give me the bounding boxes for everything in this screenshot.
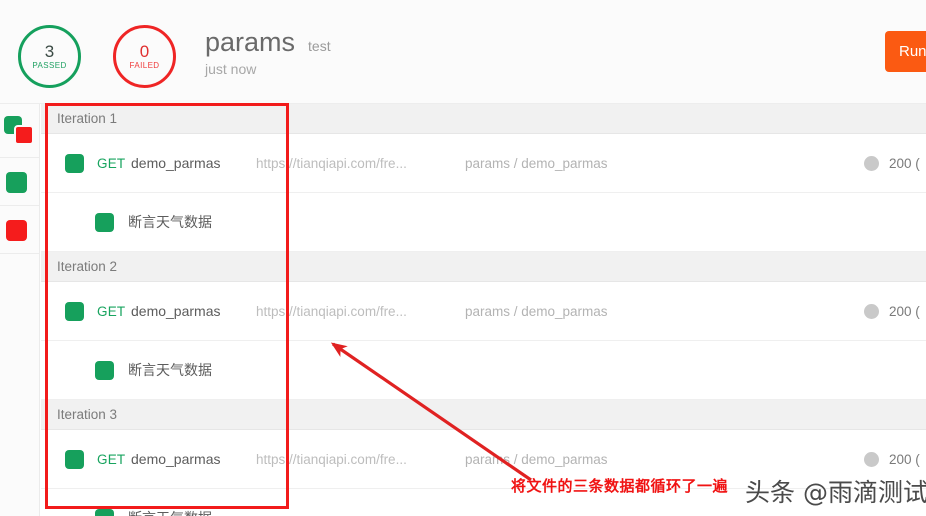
request-path: params / demo_parmas — [465, 303, 608, 319]
passed-filter-icon — [6, 170, 39, 194]
request-method: GET — [97, 303, 126, 319]
iteration-header: Iteration 1 — [41, 104, 926, 134]
status-code-dot-icon — [864, 155, 879, 171]
request-name: demo_parmas — [131, 155, 221, 171]
passed-count: 3 — [44, 42, 55, 61]
table-row[interactable]: GET demo_parmas https://tianqiapi.com/fr… — [41, 282, 926, 341]
environment-name: test — [308, 38, 331, 54]
status-code: 200 ( — [889, 451, 920, 467]
all-results-icon — [4, 115, 38, 146]
annotation-note: 将文件的三条数据都循环了一遍 — [511, 477, 729, 495]
collection-title: params — [205, 27, 296, 57]
table-row[interactable]: 断言天气数据 — [41, 341, 926, 400]
table-row[interactable]: GET demo_parmas https://tianqiapi.com/fr… — [41, 134, 926, 193]
assertion-status-icon — [95, 212, 114, 232]
iterations-results-list: Iteration 1 GET demo_parmas https://tian… — [41, 104, 926, 516]
test-runner-results-page: 3 PASSED 0 FAILED params test just now R… — [0, 0, 926, 516]
request-status-icon — [65, 301, 84, 321]
failed-count-badge: 0 FAILED — [113, 25, 176, 88]
assertion-name: 断言天气数据 — [128, 362, 212, 378]
iteration-header: Iteration 3 — [41, 400, 926, 430]
request-name: demo_parmas — [131, 303, 221, 319]
request-method: GET — [97, 155, 126, 171]
status-code: 200 ( — [889, 155, 920, 171]
request-status-icon — [65, 449, 84, 469]
failed-label: FAILED — [129, 61, 160, 70]
assertion-name: 断言天气数据 — [128, 508, 212, 516]
request-url: https://tianqiapi.com/fre... — [256, 303, 407, 319]
sidebar-item-all-results[interactable] — [0, 104, 39, 158]
assertion-status-icon — [95, 508, 114, 516]
sidebar-item-passed[interactable] — [0, 158, 39, 206]
failed-count: 0 — [139, 42, 150, 61]
passed-label: PASSED — [32, 61, 67, 70]
run-summary-header: 3 PASSED 0 FAILED params test just now R… — [0, 0, 926, 104]
request-path: params / demo_parmas — [465, 451, 608, 467]
iteration-label: Iteration 2 — [57, 259, 118, 274]
status-code-dot-icon — [864, 303, 879, 319]
request-status-icon — [65, 153, 84, 173]
iteration-label: Iteration 1 — [57, 111, 118, 126]
status-code: 200 ( — [889, 303, 920, 319]
watermark-text: 头条 @雨滴测试 — [745, 478, 926, 507]
run-title-block: params test just now — [205, 27, 331, 77]
assertion-status-icon — [95, 360, 114, 380]
failed-filter-icon — [6, 218, 39, 242]
request-url: https://tianqiapi.com/fre... — [256, 451, 407, 467]
results-filter-sidebar — [0, 104, 40, 516]
status-code-dot-icon — [864, 451, 879, 467]
assertion-name: 断言天气数据 — [128, 214, 212, 230]
request-name: demo_parmas — [131, 451, 221, 467]
passed-count-badge: 3 PASSED — [18, 25, 81, 88]
request-method: GET — [97, 451, 126, 467]
request-path: params / demo_parmas — [465, 155, 608, 171]
iteration-label: Iteration 3 — [57, 407, 118, 422]
iteration-header: Iteration 2 — [41, 252, 926, 282]
run-again-button[interactable]: Run — [885, 31, 926, 72]
table-row[interactable]: 断言天气数据 — [41, 193, 926, 252]
request-url: https://tianqiapi.com/fre... — [256, 155, 407, 171]
sidebar-item-failed[interactable] — [0, 206, 39, 254]
run-timestamp: just now — [205, 61, 257, 77]
